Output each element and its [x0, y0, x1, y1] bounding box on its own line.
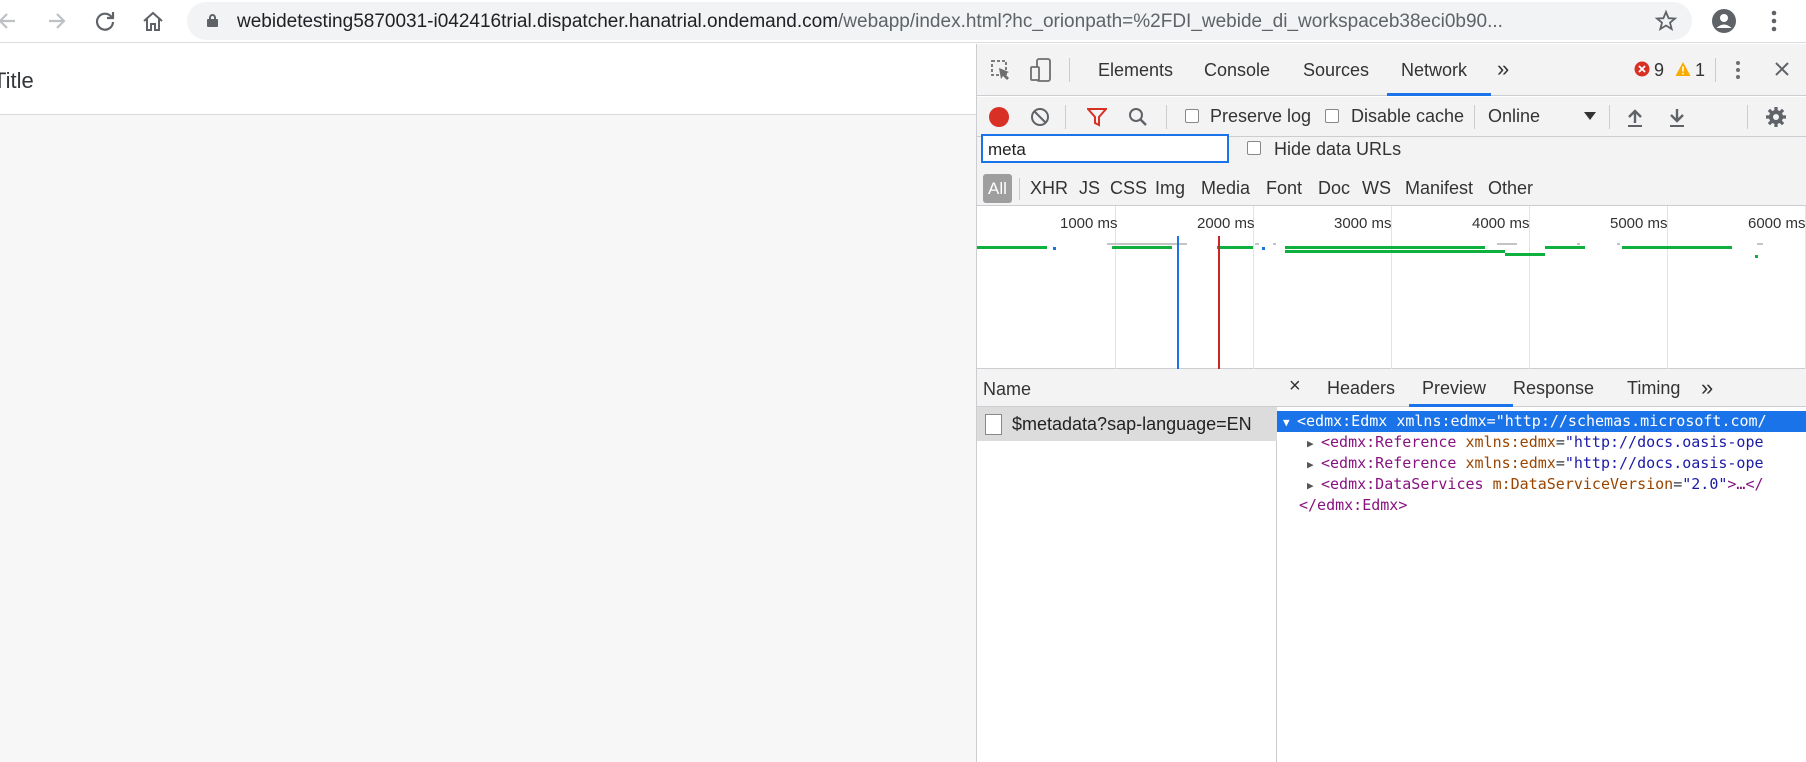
filter-icon[interactable] [1086, 106, 1108, 128]
table-row[interactable]: $metadata?sap-language=EN [977, 407, 1277, 441]
type-filter-all[interactable]: All [983, 174, 1012, 203]
active-tab-indicator [1387, 93, 1491, 96]
hide-data-urls-label[interactable]: Hide data URLs [1274, 139, 1401, 160]
screen: webidetesting5870031-i042416trial.dispat… [0, 0, 1806, 762]
tab-timing[interactable]: Timing [1627, 378, 1680, 399]
xml-node-reference[interactable]: ▶ <edmx:Reference xmlns:edmx="http://docs… [1307, 453, 1764, 474]
xml-closing-tag: </edmx:Edmx> [1299, 496, 1408, 514]
dom-content-loaded-marker [1177, 236, 1179, 369]
request-name[interactable]: $metadata?sap-language=EN [1012, 414, 1252, 435]
tab-sources[interactable]: Sources [1303, 60, 1369, 81]
devtools-tab-bar: Elements Console Sources Network » 9 1 [977, 44, 1806, 96]
tab-response[interactable]: Response [1513, 378, 1594, 399]
network-requests-area: Name $metadata?sap-language=EN × Headers… [977, 369, 1806, 762]
type-filter-img[interactable]: Img [1155, 178, 1185, 199]
request-list: Name $metadata?sap-language=EN [977, 369, 1277, 762]
forward-arrow-icon[interactable] [42, 6, 72, 36]
type-filter-font[interactable]: Font [1266, 178, 1302, 199]
menu-dots-icon[interactable] [1759, 6, 1789, 36]
xml-node-dataservices[interactable]: ▶ <edmx:DataServices m:DataServiceVersion… [1307, 474, 1764, 495]
more-detail-tabs-button[interactable]: » [1701, 375, 1713, 401]
warning-icon[interactable] [1674, 60, 1692, 78]
tab-elements[interactable]: Elements [1098, 60, 1173, 81]
inspect-element-icon[interactable] [989, 58, 1013, 82]
disable-cache-label[interactable]: Disable cache [1351, 106, 1464, 127]
more-tabs-button[interactable]: » [1497, 56, 1509, 82]
chevron-down-icon[interactable] [1583, 109, 1597, 123]
tab-network[interactable]: Network [1401, 60, 1467, 81]
name-column-header[interactable]: Name [977, 369, 1277, 407]
tab-headers[interactable]: Headers [1327, 378, 1395, 399]
resource-type-filter: All XHR JS CSS Img Media Font Doc WS Man… [977, 172, 1806, 206]
detail-tab-bar: × Headers Preview Response Timing » [1277, 369, 1806, 407]
type-filter-js[interactable]: JS [1079, 178, 1100, 199]
load-event-marker [1218, 236, 1220, 369]
preserve-log-checkbox[interactable] [1185, 109, 1199, 123]
search-icon[interactable] [1127, 106, 1149, 128]
type-filter-ws[interactable]: WS [1362, 178, 1391, 199]
lock-icon [207, 14, 218, 27]
hide-data-urls-checkbox[interactable] [1247, 141, 1261, 155]
network-overview-timeline[interactable]: 1000 ms 2000 ms 3000 ms 4000 ms 5000 ms … [977, 206, 1806, 369]
device-toolbar-icon[interactable] [1029, 57, 1053, 83]
timeline-bars [977, 236, 1763, 369]
disable-cache-checkbox[interactable] [1325, 109, 1339, 123]
url-text: webidetesting5870031-i042416trial.dispat… [237, 11, 1503, 32]
warning-count[interactable]: 1 [1695, 60, 1705, 81]
tab-console[interactable]: Console [1204, 60, 1270, 81]
xml-node-reference[interactable]: ▶ <edmx:Reference xmlns:edmx="http://docs… [1307, 432, 1764, 453]
home-icon[interactable] [138, 6, 168, 36]
back-arrow-icon[interactable] [0, 6, 22, 36]
error-icon[interactable] [1633, 60, 1651, 78]
page-header: Title [0, 44, 976, 115]
browser-toolbar: webidetesting5870031-i042416trial.dispat… [0, 0, 1806, 43]
export-har-icon[interactable] [1666, 106, 1688, 128]
account-icon[interactable] [1709, 6, 1739, 36]
type-filter-other[interactable]: Other [1488, 178, 1533, 199]
network-toolbar: Preserve log Disable cache Online [977, 97, 1806, 137]
devtools-menu-icon[interactable] [1733, 58, 1743, 82]
reload-icon[interactable] [90, 6, 120, 36]
throttling-select[interactable]: Online [1488, 106, 1540, 127]
record-icon[interactable] [987, 105, 1011, 129]
type-filter-css[interactable]: CSS [1110, 178, 1147, 199]
type-filter-media[interactable]: Media [1201, 178, 1250, 199]
type-filter-manifest[interactable]: Manifest [1405, 178, 1473, 199]
page-title: Title [0, 68, 34, 93]
devtools-panel: Elements Console Sources Network » 9 1 P… [976, 44, 1806, 762]
address-bar[interactable]: webidetesting5870031-i042416trial.dispat… [187, 2, 1692, 40]
type-filter-xhr[interactable]: XHR [1030, 178, 1068, 199]
request-detail-panel: × Headers Preview Response Timing » ▼ <ed… [1277, 369, 1806, 762]
import-har-icon[interactable] [1624, 106, 1646, 128]
gear-icon[interactable] [1764, 105, 1788, 129]
tab-preview[interactable]: Preview [1422, 378, 1486, 399]
type-filter-doc[interactable]: Doc [1318, 178, 1350, 199]
filter-input[interactable]: meta [981, 134, 1229, 163]
preserve-log-label[interactable]: Preserve log [1210, 106, 1311, 127]
clear-icon[interactable] [1029, 106, 1051, 128]
file-icon [985, 414, 1002, 435]
page-body [0, 115, 976, 762]
close-devtools-icon[interactable] [1772, 59, 1792, 79]
xml-node-edmx[interactable]: ▼ <edmx:Edmx xmlns:edmx="http://schemas.m… [1277, 411, 1806, 432]
star-icon[interactable] [1651, 6, 1681, 36]
active-detail-tab-indicator [1409, 404, 1513, 407]
close-detail-button[interactable]: × [1289, 375, 1301, 398]
error-count[interactable]: 9 [1654, 60, 1664, 81]
